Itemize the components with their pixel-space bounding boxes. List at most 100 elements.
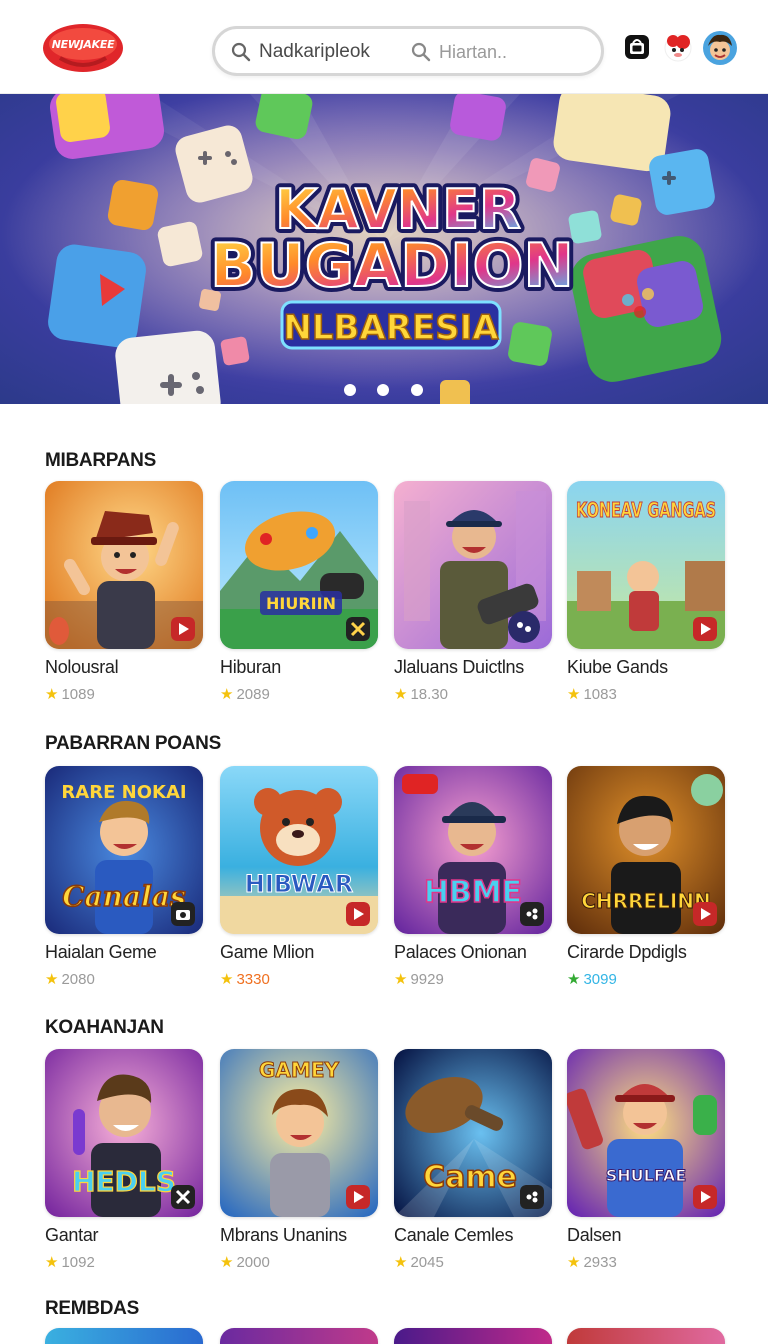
svg-text:BUGADION: BUGADION xyxy=(210,231,574,301)
game-card[interactable]: Jlaluans Duictlns ★ 18.30 xyxy=(394,481,552,703)
game-thumbnail[interactable]: CHRRELINN xyxy=(567,766,725,934)
game-title: Dalsen xyxy=(567,1225,622,1245)
game-thumbnail[interactable]: HEDLS xyxy=(45,1049,203,1217)
tools-icon xyxy=(346,617,370,641)
svg-text:HEDLS: HEDLS xyxy=(72,1165,176,1198)
carousel-dots xyxy=(340,384,430,398)
game-rating: ★ 2000 xyxy=(220,1254,270,1271)
section-title: PABARRAN POANS xyxy=(45,733,221,754)
carousel-dot[interactable] xyxy=(344,384,356,396)
star-icon: ★ xyxy=(394,971,408,988)
game-rating: ★ 3330 xyxy=(220,971,270,988)
star-icon: ★ xyxy=(45,1254,59,1271)
game-thumbnail[interactable]: GAMEY xyxy=(220,1049,378,1217)
carousel-dot[interactable] xyxy=(411,384,423,396)
app-header: NEWJAKEE Nadkaripleok xyxy=(0,0,768,94)
game-card[interactable]: SHULFAE Dalsen ★ 2933 xyxy=(567,1049,725,1271)
search-query-text[interactable]: Nadkaripleok xyxy=(259,41,370,63)
game-title: Nolousral xyxy=(45,657,119,677)
game-card[interactable]: CHRRELINN Cirarde Dpdigls ★ 3099 xyxy=(567,766,725,988)
game-card[interactable] xyxy=(394,1328,552,1344)
section-title: MIBARPANS xyxy=(45,450,156,471)
game-rating: ★ 2933 xyxy=(567,1254,617,1271)
game-rating: ★ 18.30 xyxy=(394,686,448,703)
game-thumbnail[interactable]: HIURIIN xyxy=(220,481,378,649)
game-title: Jlaluans Duictlns xyxy=(394,657,524,677)
game-thumbnail[interactable] xyxy=(220,1328,378,1344)
game-thumbnail[interactable] xyxy=(45,1328,203,1344)
play-store-icon xyxy=(693,902,717,926)
play-store-icon xyxy=(171,617,195,641)
mascot-icon[interactable] xyxy=(662,31,694,63)
game-card[interactable] xyxy=(45,1328,203,1344)
game-card[interactable]: HIBWAR Game Mlion ★ 3330 xyxy=(220,766,378,988)
user-avatar[interactable] xyxy=(702,30,738,66)
game-card[interactable]: GAMEY Mbrans Unanins ★ 2000 xyxy=(220,1049,378,1271)
game-thumbnail[interactable] xyxy=(45,481,203,649)
game-title: Canale Cemles xyxy=(394,1225,514,1245)
carousel-dot[interactable] xyxy=(377,384,389,396)
star-icon: ★ xyxy=(394,686,408,703)
game-card[interactable]: HEDLS Gantar ★ 1092 xyxy=(45,1049,203,1271)
svg-text:KONEAV GANGAS: KONEAV GANGAS xyxy=(576,498,716,522)
star-icon: ★ xyxy=(220,1254,234,1271)
game-title: Haialan Geme xyxy=(45,942,157,962)
svg-text:HIURIIN: HIURIIN xyxy=(266,594,336,613)
logo-text: NEWJAKEE xyxy=(51,38,115,51)
tools-icon xyxy=(171,1185,195,1209)
game-thumbnail[interactable]: HIBWAR xyxy=(220,766,378,934)
game-card[interactable]: HIURIIN Hiburan ★ 2089 xyxy=(220,481,378,703)
game-thumbnail[interactable]: Came xyxy=(394,1049,552,1217)
game-thumbnail[interactable] xyxy=(567,1328,725,1344)
game-rating: ★ 1092 xyxy=(45,1254,95,1271)
gamepad-icon xyxy=(520,902,544,926)
svg-text:SHULFAE: SHULFAE xyxy=(606,1166,687,1185)
game-thumbnail[interactable]: KONEAV GANGAS xyxy=(567,481,725,649)
camera-icon xyxy=(171,902,195,926)
hero-banner[interactable]: KAVNER KAVNER BUGADION BUGADION NLBARESI… xyxy=(0,94,768,404)
svg-text:HIBWAR: HIBWAR xyxy=(245,870,353,898)
game-thumbnail[interactable] xyxy=(394,481,552,649)
game-card[interactable]: Came Canale Cemles ★ 2045 xyxy=(394,1049,552,1271)
game-rating: ★ 2045 xyxy=(394,1254,444,1271)
store-bag-icon[interactable] xyxy=(624,34,650,60)
game-rating: ★ 1089 xyxy=(45,686,95,703)
play-store-icon xyxy=(346,902,370,926)
game-title: Hiburan xyxy=(220,657,281,677)
search-bar[interactable]: Nadkaripleok xyxy=(212,26,604,76)
game-card[interactable] xyxy=(220,1328,378,1344)
star-icon: ★ xyxy=(45,971,59,988)
game-thumbnail[interactable]: SHULFAE xyxy=(567,1049,725,1217)
play-store-icon xyxy=(693,1185,717,1209)
star-icon: ★ xyxy=(220,971,234,988)
search-input[interactable] xyxy=(439,39,589,65)
star-icon: ★ xyxy=(567,686,581,703)
game-card[interactable]: HBME Palaces Onionan ★ 9929 xyxy=(394,766,552,988)
game-title: Game Mlion xyxy=(220,942,315,962)
game-title: Palaces Onionan xyxy=(394,942,527,962)
app-logo[interactable]: NEWJAKEE xyxy=(40,20,126,76)
game-rating: ★ 1083 xyxy=(567,686,617,703)
svg-text:CHRRELINN: CHRRELINN xyxy=(581,889,711,913)
star-icon: ★ xyxy=(567,971,581,988)
game-card[interactable]: RARE NOKAI Canalas Haialan Geme ★ 2080 xyxy=(45,766,203,988)
search-icon xyxy=(231,42,251,62)
svg-text:RARE NOKAI: RARE NOKAI xyxy=(61,782,186,803)
play-store-icon xyxy=(693,617,717,641)
game-thumbnail[interactable] xyxy=(394,1328,552,1344)
section-title: KOAHANJAN xyxy=(45,1017,164,1038)
game-title: Cirarde Dpdigls xyxy=(567,942,687,962)
game-thumbnail[interactable]: RARE NOKAI Canalas xyxy=(45,766,203,934)
gamepad-icon xyxy=(520,1185,544,1209)
game-card[interactable]: KONEAV GANGAS Kiube Gands ★ 1083 xyxy=(567,481,725,703)
game-card[interactable]: Nolousral ★ 1089 xyxy=(45,481,203,703)
svg-text:Came: Came xyxy=(423,1160,517,1195)
game-rating: ★ 2089 xyxy=(220,686,270,703)
svg-text:NLBARESIA: NLBARESIA xyxy=(283,308,499,348)
star-icon: ★ xyxy=(567,1254,581,1271)
star-icon: ★ xyxy=(45,686,59,703)
game-card[interactable] xyxy=(567,1328,725,1344)
game-thumbnail[interactable]: HBME xyxy=(394,766,552,934)
svg-text:HBME: HBME xyxy=(424,875,522,910)
game-rating: ★ 3099 xyxy=(567,971,617,988)
